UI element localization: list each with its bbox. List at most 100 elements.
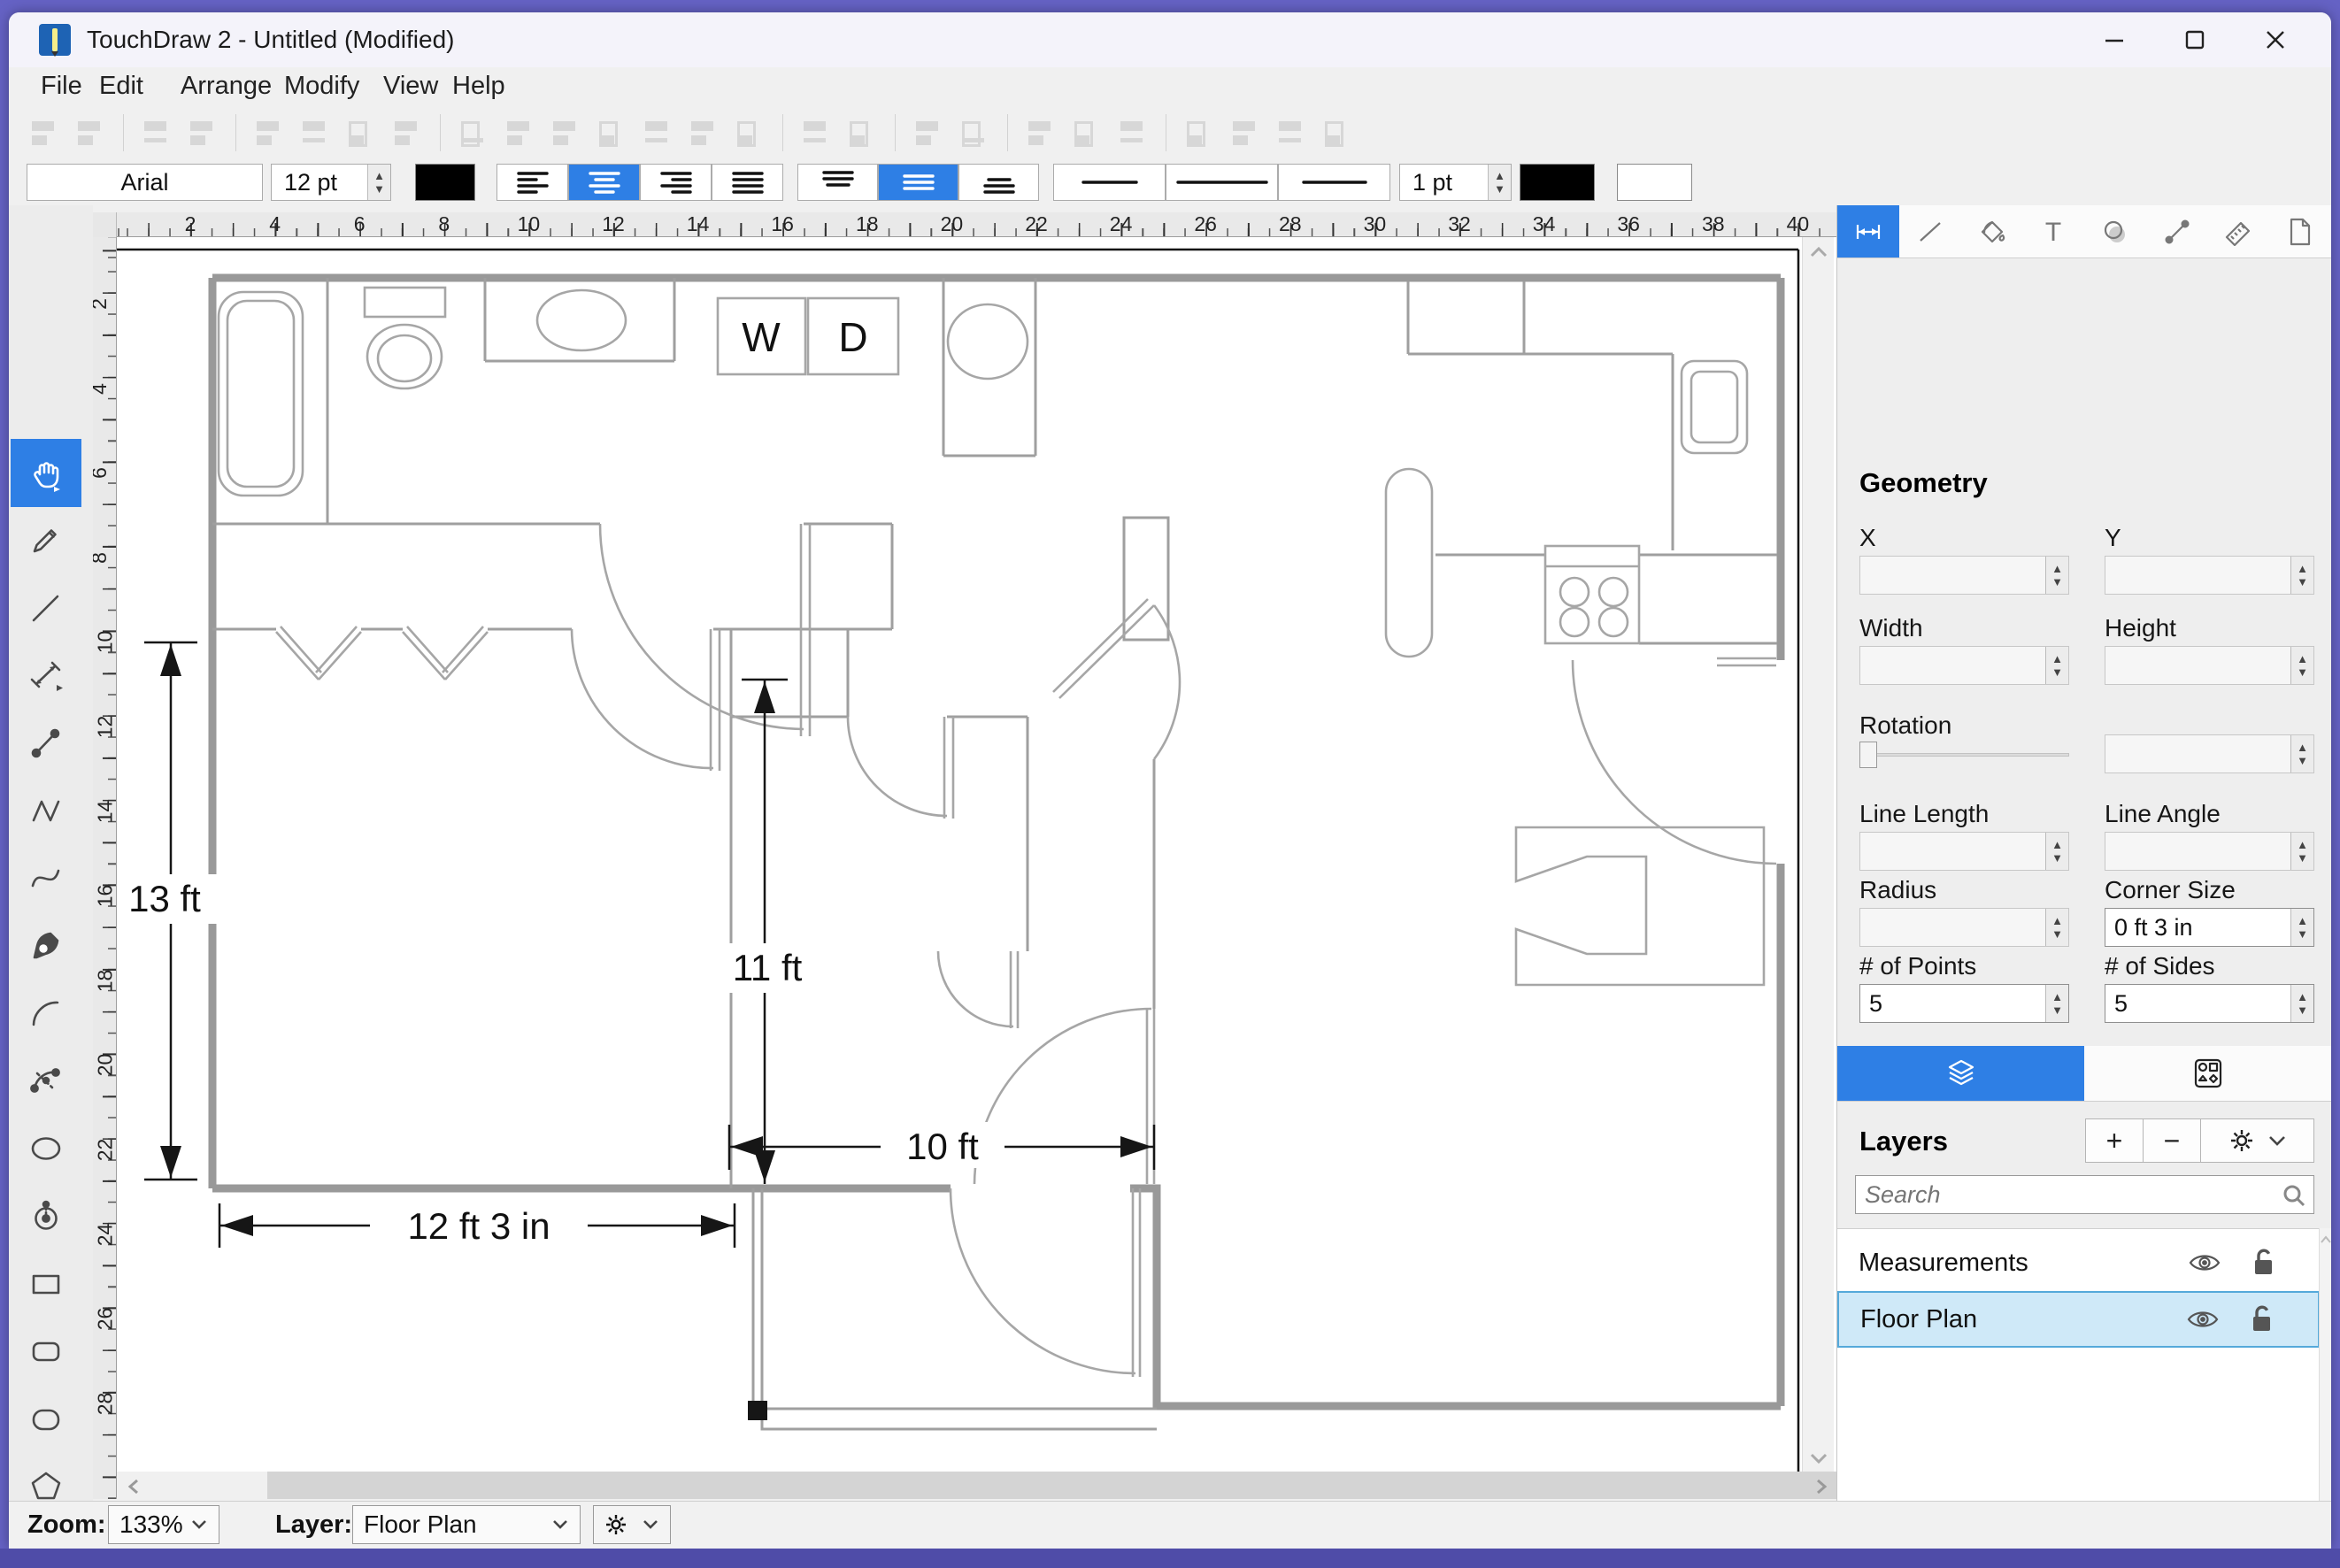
align-right-button[interactable] bbox=[640, 164, 712, 201]
align-right-icon[interactable] bbox=[549, 113, 582, 152]
distribute-vertical-icon[interactable] bbox=[390, 113, 424, 152]
match-height-icon[interactable] bbox=[958, 113, 991, 152]
rotate-right-icon[interactable] bbox=[1070, 113, 1104, 152]
layer-row-floor-plan[interactable]: Floor Plan bbox=[1837, 1291, 2320, 1348]
tab-stroke[interactable] bbox=[1899, 205, 1961, 257]
layer-list-scrollbar[interactable] bbox=[2319, 1228, 2331, 1502]
valign-top-button[interactable] bbox=[797, 164, 878, 201]
height-field[interactable]: ▲▼ bbox=[2105, 646, 2314, 685]
tool-ellipse[interactable] bbox=[11, 1114, 81, 1182]
line-length-field[interactable]: ▲▼ bbox=[1859, 832, 2069, 871]
tool-curve[interactable] bbox=[11, 844, 81, 912]
flip-horizontal-icon[interactable] bbox=[799, 113, 833, 152]
tool-dimension[interactable] bbox=[11, 642, 81, 710]
tool-pen[interactable] bbox=[11, 911, 81, 980]
ungroup-icon[interactable] bbox=[186, 113, 219, 152]
vertical-scrollbar[interactable] bbox=[1802, 237, 1834, 1472]
tool-line[interactable] bbox=[11, 574, 81, 642]
align-grid-icon[interactable] bbox=[733, 113, 766, 152]
distribute-columns-icon[interactable] bbox=[298, 113, 332, 152]
send-backward-icon[interactable] bbox=[1320, 113, 1354, 152]
unlock-icon[interactable] bbox=[73, 113, 107, 152]
title-bar[interactable]: TouchDraw 2 - Untitled (Modified) bbox=[9, 12, 2331, 67]
valign-middle-button[interactable] bbox=[878, 164, 958, 201]
tool-rectangle[interactable] bbox=[11, 1249, 81, 1318]
layer-select[interactable]: Floor Plan bbox=[352, 1505, 581, 1544]
fill-color-swatch[interactable] bbox=[1617, 164, 1692, 201]
corner-size-field[interactable]: 0 ft 3 in▲▼ bbox=[2105, 908, 2314, 947]
tab-page[interactable] bbox=[2269, 205, 2331, 257]
menu-edit[interactable]: Edit bbox=[99, 72, 143, 101]
rotation-field[interactable]: ▲▼ bbox=[2105, 734, 2314, 773]
radius-field[interactable]: ▲▼ bbox=[1859, 908, 2069, 947]
canvas[interactable]: 13 ft 11 ft 10 ft 12 ft 3 in W D bbox=[117, 237, 1836, 1472]
flip-vertical-icon[interactable] bbox=[845, 113, 879, 152]
tool-circle-center[interactable] bbox=[11, 1182, 81, 1250]
tab-shadow[interactable] bbox=[2084, 205, 2146, 257]
rotate-left-icon[interactable] bbox=[1024, 113, 1058, 152]
line-angle-field[interactable]: ▲▼ bbox=[2105, 832, 2314, 871]
visibility-eye-icon[interactable] bbox=[2187, 1250, 2222, 1275]
spinner-arrows[interactable]: ▲▼ bbox=[367, 165, 390, 200]
zoom-select[interactable]: 133% bbox=[108, 1505, 219, 1544]
tab-shape-library[interactable] bbox=[2084, 1046, 2331, 1102]
floor-plan-drawing[interactable]: 13 ft 11 ft 10 ft 12 ft 3 in W D bbox=[117, 237, 1836, 1472]
tool-polyline[interactable] bbox=[11, 777, 81, 845]
send-to-back-icon[interactable] bbox=[1228, 113, 1262, 152]
menu-help[interactable]: Help bbox=[452, 72, 505, 101]
align-left-icon[interactable] bbox=[457, 113, 490, 152]
stroke-width-stepper[interactable]: 1 pt▲▼ bbox=[1399, 164, 1512, 201]
tab-layers[interactable] bbox=[1837, 1046, 2084, 1102]
spinner-arrows[interactable]: ▲▼ bbox=[1488, 165, 1511, 200]
menu-view[interactable]: View bbox=[383, 72, 438, 101]
add-layer-button[interactable]: + bbox=[2085, 1118, 2144, 1163]
tool-squircle[interactable] bbox=[11, 1385, 81, 1453]
distribute-horizontal-icon[interactable] bbox=[344, 113, 378, 152]
tool-pan[interactable] bbox=[11, 439, 81, 507]
align-bottom-icon[interactable] bbox=[687, 113, 720, 152]
line-style-medium-button[interactable] bbox=[1278, 164, 1390, 201]
align-left-button[interactable] bbox=[496, 164, 568, 201]
bring-forward-icon[interactable] bbox=[1274, 113, 1308, 152]
tool-connected-line[interactable] bbox=[11, 709, 81, 777]
tool-arc-by-points[interactable] bbox=[11, 1047, 81, 1115]
distribute-rows-icon[interactable] bbox=[252, 113, 286, 152]
align-center-button[interactable] bbox=[568, 164, 640, 201]
font-size-stepper[interactable]: 12 pt▲▼ bbox=[271, 164, 391, 201]
bring-to-front-icon[interactable] bbox=[1182, 113, 1216, 152]
align-justify-button[interactable] bbox=[712, 164, 783, 201]
valign-bottom-button[interactable] bbox=[958, 164, 1039, 201]
tool-pencil[interactable] bbox=[11, 506, 81, 574]
rotation-slider[interactable] bbox=[1859, 742, 2069, 768]
unlock-icon[interactable] bbox=[2249, 1304, 2275, 1334]
menu-modify[interactable]: Modify bbox=[284, 72, 359, 101]
line-style-short-button[interactable] bbox=[1053, 164, 1166, 201]
sides-field[interactable]: 5▲▼ bbox=[2105, 984, 2314, 1023]
x-field[interactable]: ▲▼ bbox=[1859, 556, 2069, 595]
points-field[interactable]: 5▲▼ bbox=[1859, 984, 2069, 1023]
close-button[interactable] bbox=[2246, 19, 2305, 60]
visibility-eye-icon[interactable] bbox=[2185, 1307, 2221, 1332]
tool-rounded-rectangle[interactable] bbox=[11, 1317, 81, 1385]
match-width-icon[interactable] bbox=[912, 113, 945, 152]
stroke-color-swatch[interactable] bbox=[1520, 164, 1595, 201]
maximize-button[interactable] bbox=[2166, 19, 2224, 60]
tab-text[interactable]: T bbox=[2022, 205, 2084, 257]
menu-arrange[interactable]: Arrange bbox=[181, 72, 272, 101]
unlock-icon[interactable] bbox=[2251, 1248, 2277, 1278]
layer-settings-button[interactable] bbox=[2200, 1118, 2314, 1163]
layer-search[interactable] bbox=[1855, 1175, 2314, 1214]
lock-icon[interactable] bbox=[27, 113, 61, 152]
line-style-long-button[interactable] bbox=[1166, 164, 1278, 201]
tool-arc[interactable] bbox=[11, 980, 81, 1048]
layer-options-button[interactable] bbox=[593, 1505, 671, 1544]
align-center-icon[interactable] bbox=[503, 113, 536, 152]
y-field[interactable]: ▲▼ bbox=[2105, 556, 2314, 595]
minimize-button[interactable] bbox=[2085, 19, 2144, 60]
tab-measure[interactable] bbox=[2208, 205, 2270, 257]
tab-connection[interactable] bbox=[2146, 205, 2208, 257]
layer-row-measurements[interactable]: Measurements bbox=[1837, 1234, 2320, 1291]
width-field[interactable]: ▲▼ bbox=[1859, 646, 2069, 685]
tab-fill[interactable] bbox=[1961, 205, 2023, 257]
tab-geometry[interactable] bbox=[1837, 205, 1899, 257]
